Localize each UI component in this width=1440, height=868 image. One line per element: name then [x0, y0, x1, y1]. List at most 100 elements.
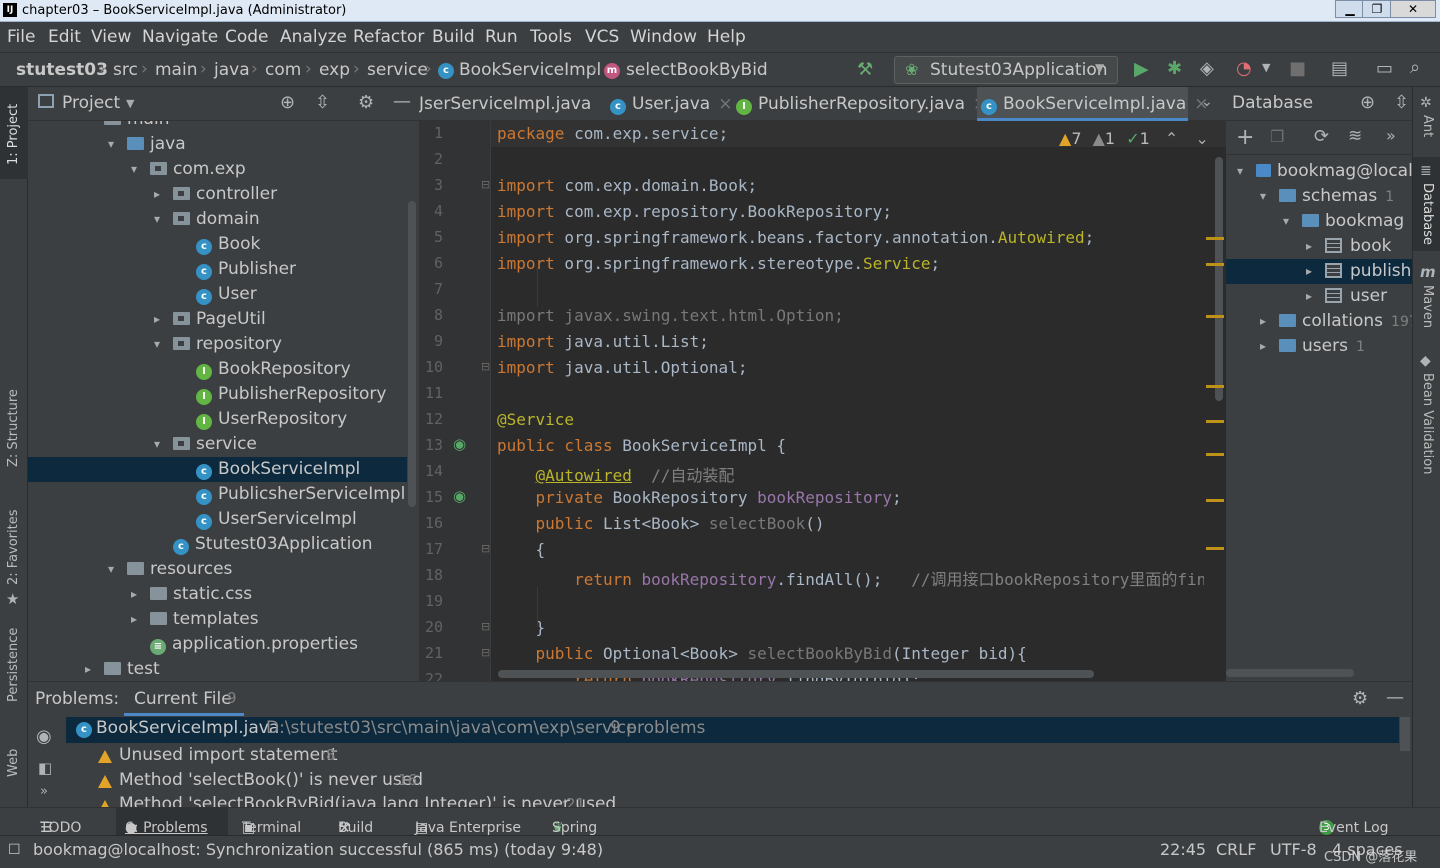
menu-edit[interactable]: Edit: [48, 27, 81, 47]
chevron-down-icon[interactable]: ▾: [1257, 184, 1269, 209]
menu-tools[interactable]: Tools: [530, 27, 572, 47]
chevron-down-icon[interactable]: ▾: [105, 132, 117, 157]
project-tree-item[interactable]: ▸ test: [28, 657, 407, 681]
tool-tab-persistence[interactable]: Persistence: [6, 628, 21, 702]
warning-stripe[interactable]: [1206, 547, 1224, 550]
project-tree-item[interactable]: ▸ templates: [28, 607, 407, 632]
collapse-all-icon[interactable]: ⇳: [1394, 92, 1409, 113]
project-tree-item[interactable]: ▾ java: [28, 132, 407, 157]
menu-code[interactable]: Code: [225, 27, 269, 47]
profiler-icon[interactable]: ◔: [1236, 58, 1252, 79]
breadcrumb-com[interactable]: com: [265, 60, 301, 80]
problem-item[interactable]: Method 'selectBookByBid(java.lang.Intege…: [96, 794, 1396, 808]
tab-publisherrepository[interactable]: IPublisherRepository.java×: [732, 87, 987, 121]
more-icon[interactable]: »: [1386, 126, 1396, 145]
locate-icon[interactable]: ⊕: [1360, 92, 1375, 113]
preview-icon[interactable]: ◧: [38, 759, 52, 777]
menu-navigate[interactable]: Navigate: [142, 27, 218, 47]
run-icon[interactable]: ▶: [1134, 58, 1149, 80]
project-tree-item[interactable]: ▸ controller: [28, 182, 407, 207]
hide-panel-icon[interactable]: —: [1386, 687, 1404, 708]
warning-stripe[interactable]: [1206, 237, 1224, 240]
tool-tab-ant[interactable]: Ant: [1420, 115, 1435, 137]
database-tree-item[interactable]: ▾ bookmag: [1226, 209, 1412, 234]
warning-stripe[interactable]: [1206, 499, 1224, 502]
problem-item[interactable]: Unused import statement :8: [96, 744, 1396, 770]
collapse-all-icon[interactable]: ⇳: [315, 92, 330, 113]
search-icon[interactable]: ⌕: [1410, 57, 1420, 78]
implementing-method-icon[interactable]: ◉: [453, 435, 466, 453]
chevron-down-icon[interactable]: ▾: [1280, 209, 1292, 234]
debug-icon[interactable]: ✱: [1167, 58, 1182, 79]
next-highlight-icon[interactable]: ⌄: [1195, 129, 1208, 148]
gear-icon[interactable]: ⚙: [1352, 688, 1368, 709]
eye-icon[interactable]: ◉: [36, 726, 52, 747]
tool-tab-structure[interactable]: Z: Structure: [6, 389, 21, 467]
project-tree-item[interactable]: c Stutest03Application: [28, 532, 407, 557]
fold-marker-icon[interactable]: ⊟: [481, 542, 490, 555]
inspection-widget[interactable]: ▲7 ▲1 ✓1 ⌃ ⌄: [1059, 129, 1209, 148]
chevron-down-icon[interactable]: ▼: [126, 97, 134, 110]
database-tree-item[interactable]: ▾ bookmag@localhost: [1226, 159, 1412, 184]
tool-tab-favorites[interactable]: 2: Favorites: [6, 509, 21, 585]
fold-marker-icon[interactable]: ⊟: [481, 620, 490, 633]
hide-panel-icon[interactable]: —: [393, 91, 411, 112]
chevron-right-icon[interactable]: ▸: [1257, 309, 1269, 334]
tab-current-file[interactable]: Current File 9: [124, 682, 244, 716]
editor-horizontal-scrollbar[interactable]: [498, 670, 1094, 678]
breadcrumb-main[interactable]: main: [155, 60, 197, 80]
chevron-right-icon[interactable]: ▸: [1303, 234, 1315, 259]
fold-marker-icon[interactable]: ⊟: [481, 646, 490, 659]
breadcrumb-class[interactable]: BookServiceImpl: [459, 60, 601, 80]
project-tree-item[interactable]: ▾ com.exp: [28, 157, 407, 182]
project-tree-item[interactable]: main: [28, 121, 407, 132]
project-tree-item[interactable]: ▾ service: [28, 432, 407, 457]
breadcrumb-method[interactable]: selectBookByBid: [626, 60, 768, 80]
chevron-down-icon[interactable]: ▼: [1262, 61, 1270, 74]
schema-sync-icon[interactable]: ≋: [1348, 126, 1362, 146]
chevron-down-icon[interactable]: ⌄: [1201, 94, 1213, 110]
tool-tab-project[interactable]: 1: Project: [6, 104, 21, 165]
warning-stripe[interactable]: [1206, 453, 1224, 456]
menu-vcs[interactable]: VCS: [585, 27, 619, 47]
chevron-right-icon[interactable]: ▸: [1303, 259, 1315, 284]
close-window-button[interactable]: ✕: [1390, 0, 1436, 18]
chevron-right-icon[interactable]: ▸: [1303, 284, 1315, 309]
project-tree-item[interactable]: ▸ PageUtil: [28, 307, 407, 332]
code-area[interactable]: 1 package com.exp.service; 2 3 import com.ex…: [419, 121, 1204, 681]
breadcrumb-service[interactable]: service: [367, 60, 428, 80]
database-tree-item[interactable]: ▸ book: [1226, 234, 1412, 259]
editor-vertical-scrollbar[interactable]: [1215, 157, 1223, 401]
project-tree-item[interactable]: c PublicsherServiceImpl: [28, 482, 407, 507]
gear-icon[interactable]: ⚙: [358, 92, 374, 113]
project-tree-item[interactable]: c BookServiceImpl: [28, 457, 407, 482]
project-structure-icon[interactable]: ▤: [1331, 58, 1348, 79]
add-icon[interactable]: +: [1236, 125, 1254, 150]
menu-view[interactable]: View: [91, 27, 131, 47]
problems-scrollbar[interactable]: [1400, 717, 1410, 751]
project-tree-item[interactable]: ≡ application.properties: [28, 632, 407, 657]
chevron-right-icon[interactable]: ▸: [128, 607, 140, 632]
coverage-icon[interactable]: ◈: [1200, 58, 1214, 79]
menu-run[interactable]: Run: [485, 27, 518, 47]
bean-injection-icon[interactable]: ◉: [453, 487, 466, 505]
caret-position[interactable]: 22:45: [1160, 840, 1206, 859]
more-icon[interactable]: »: [40, 784, 48, 799]
build-hammer-icon[interactable]: ⚒: [857, 59, 873, 80]
tool-window-icon[interactable]: ▭: [1376, 58, 1393, 79]
project-tree-item[interactable]: ▾ repository: [28, 332, 407, 357]
run-config-dropdown[interactable]: ❀ Stutest03Application ▼: [894, 56, 1118, 84]
warning-stripe[interactable]: [1206, 263, 1224, 266]
chevron-down-icon[interactable]: ▾: [151, 207, 163, 232]
menu-window[interactable]: Window: [630, 27, 697, 47]
previous-highlight-icon[interactable]: ⌃: [1165, 129, 1178, 148]
warning-stripe[interactable]: [1206, 315, 1224, 318]
menu-refactor[interactable]: Refactor: [353, 27, 424, 47]
database-tree-item[interactable]: ▸ user: [1226, 284, 1412, 309]
file-encoding[interactable]: UTF-8: [1270, 840, 1317, 859]
tool-tab-bean-validation[interactable]: Bean Validation: [1420, 373, 1435, 474]
menu-build[interactable]: Build: [432, 27, 475, 47]
project-tree-item[interactable]: c Publisher: [28, 257, 407, 282]
refresh-icon[interactable]: ⟳: [1314, 126, 1329, 147]
chevron-right-icon[interactable]: ▸: [151, 307, 163, 332]
